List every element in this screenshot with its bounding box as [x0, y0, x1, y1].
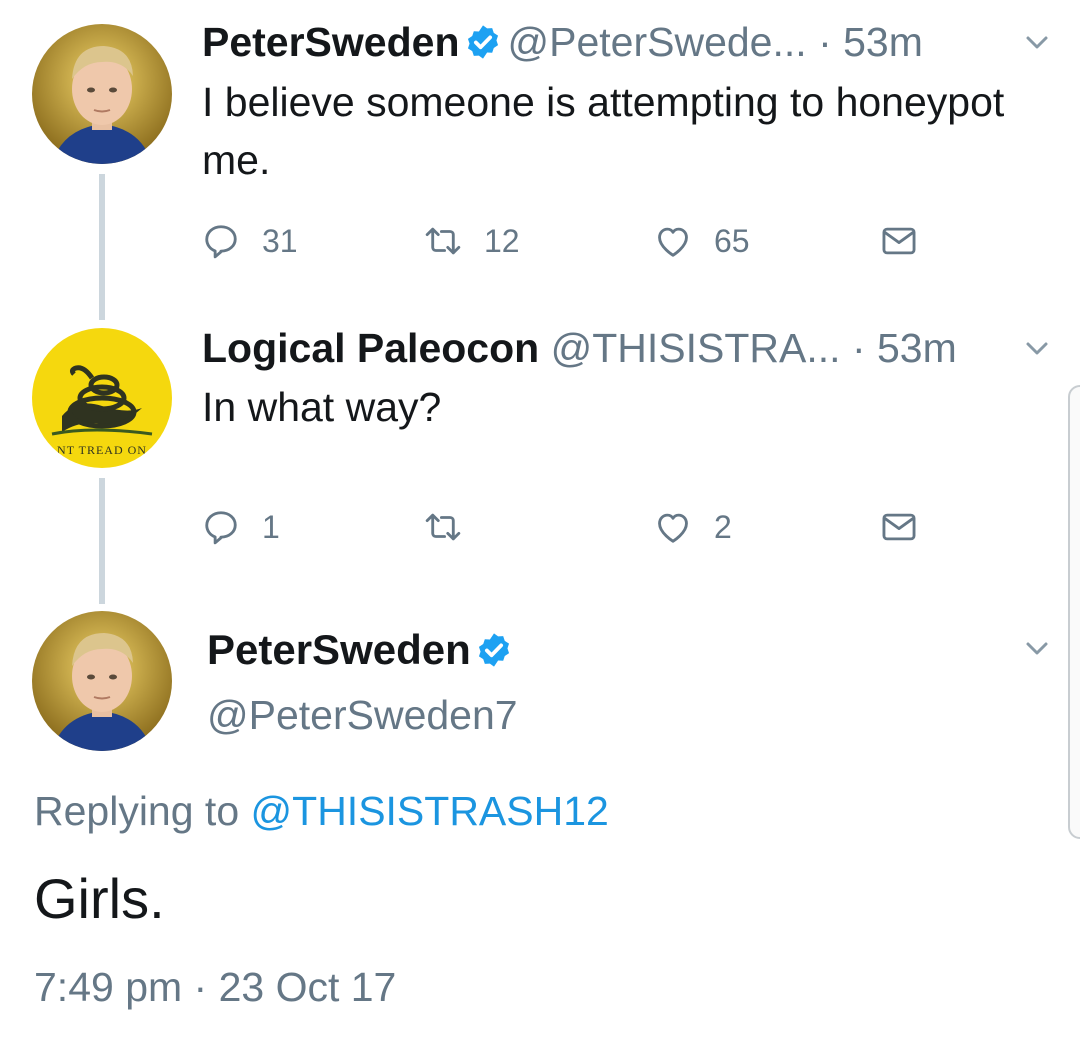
main-tweet-text: Girls. [34, 867, 165, 930]
replying-prefix: Replying to [34, 788, 240, 834]
main-tweet-avatar[interactable] [32, 611, 172, 751]
verified-badge-icon [464, 22, 502, 60]
tweet-2[interactable]: NT TREAD ON Logical Paleocon @THISISTRA.… [0, 310, 1080, 610]
retweet-button[interactable] [424, 502, 484, 552]
main-handle[interactable]: @PeterSweden7 [207, 690, 518, 740]
thread-connector [99, 478, 105, 604]
retweet-icon [425, 227, 461, 255]
display-name[interactable]: Logical Paleocon [202, 325, 539, 371]
reply-button[interactable]: 31 [202, 216, 298, 266]
avatar[interactable]: NT TREAD ON [32, 328, 172, 468]
tweet-actions: 31 12 65 [202, 216, 962, 266]
tweet-actions: 1 2 [202, 502, 962, 552]
replying-to-mention[interactable]: @THISISTRASH12 [251, 788, 609, 834]
direct-message-button[interactable] [880, 216, 940, 266]
display-name[interactable]: PeterSweden [202, 19, 460, 65]
handle[interactable]: @PeterSwede... [508, 19, 807, 65]
like-icon [658, 513, 688, 543]
retweet-button[interactable]: 12 [424, 216, 520, 266]
timestamp[interactable]: · 53m [818, 19, 923, 65]
display-name: PeterSweden [207, 626, 471, 673]
handle[interactable]: @THISISTRA... [551, 325, 841, 371]
main-tweet-timestamp: 7:49 pm · 23 Oct 17 [34, 964, 397, 1010]
direct-message-button[interactable] [880, 502, 940, 552]
thread-connector [99, 174, 105, 320]
chevron-down-icon[interactable] [1024, 336, 1050, 362]
reply-count: 1 [262, 508, 280, 545]
timestamp[interactable]: · 53m [852, 325, 957, 371]
tweet-header: PeterSweden @PeterSwede... · 53m [202, 17, 923, 67]
reply-icon [205, 511, 237, 545]
like-icon [658, 227, 688, 257]
avatar[interactable] [32, 24, 172, 164]
tweet-text: I believe someone is attempting to honey… [202, 79, 1005, 183]
main-display-name[interactable]: PeterSweden [207, 624, 519, 676]
tweet-text: In what way? [202, 384, 442, 430]
like-button[interactable]: 2 [654, 502, 732, 552]
svg-text:NT TREAD ON: NT TREAD ON [57, 443, 147, 457]
like-count: 65 [714, 222, 750, 259]
tweet-header: Logical Paleocon @THISISTRA... · 53m [202, 323, 957, 373]
replying-to: Replying to @THISISTRASH12 [34, 786, 609, 836]
scrollbar-thumb[interactable] [1068, 385, 1080, 839]
direct-message-icon [882, 513, 916, 541]
reply-icon [205, 225, 237, 259]
retweet-count: 12 [484, 222, 520, 259]
direct-message-icon [882, 227, 916, 255]
chevron-down-icon[interactable] [1024, 30, 1050, 56]
retweet-icon [425, 513, 461, 541]
tweet-1[interactable]: PeterSweden @PeterSwede... · 53m I believ… [0, 0, 1080, 310]
like-button[interactable]: 65 [654, 216, 750, 266]
verified-badge-icon [475, 629, 513, 667]
like-count: 2 [714, 508, 732, 545]
reply-button[interactable]: 1 [202, 502, 280, 552]
chevron-down-icon[interactable] [1024, 636, 1050, 662]
reply-count: 31 [262, 222, 298, 259]
